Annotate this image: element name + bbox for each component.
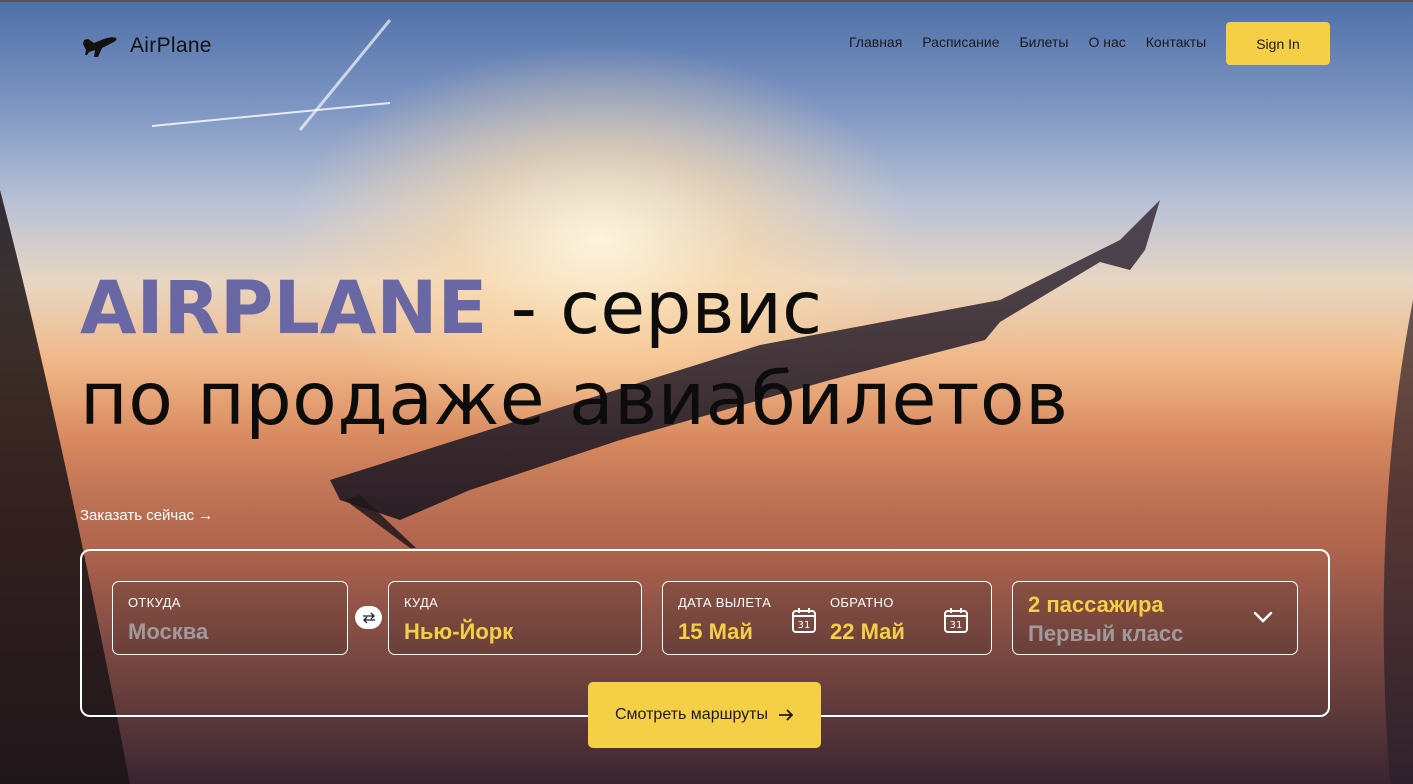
headline-accent: AIRPLANE <box>80 266 488 351</box>
nav-tickets[interactable]: Билеты <box>1019 34 1068 50</box>
chevron-down-icon[interactable] <box>1253 610 1273 624</box>
from-label: ОТКУДА <box>128 595 181 610</box>
nav-contacts[interactable]: Контакты <box>1146 34 1206 50</box>
return-value: 22 Май <box>830 619 905 644</box>
travel-class: Первый класс <box>1028 621 1184 646</box>
headline-line-1: AIRPLANE - сервис <box>80 266 1069 352</box>
return-label: ОБРАТНО <box>830 595 894 610</box>
hero-headline: AIRPLANE - сервис по продаже авиабилетов <box>80 266 1069 448</box>
sign-in-button[interactable]: Sign In <box>1226 22 1330 65</box>
return-calendar-day: 31 <box>950 620 963 631</box>
headline-line-2: по продаже авиабилетов <box>80 357 1069 442</box>
passengers-count: 2 пассажира <box>1028 592 1164 617</box>
brand-name: AirPlane <box>130 34 212 57</box>
headline-rest: - сервис <box>487 266 823 351</box>
nav-about[interactable]: О нас <box>1088 34 1125 50</box>
arrow-right-icon <box>778 709 794 721</box>
nav-schedule[interactable]: Расписание <box>922 34 999 50</box>
from-value: Москва <box>128 619 209 644</box>
view-routes-label: Смотреть маршруты <box>615 706 768 723</box>
departure-value: 15 Май <box>678 619 753 644</box>
main-nav: Главная Расписание Билеты О нас Контакты <box>849 34 1206 50</box>
swap-arrows-icon <box>362 612 375 623</box>
passengers-field[interactable]: 2 пассажира Первый класс <box>1012 581 1298 655</box>
departure-calendar-day: 31 <box>798 620 811 631</box>
departure-calendar-icon[interactable]: 31 <box>791 606 817 634</box>
order-now-link[interactable]: Заказать сейчас → <box>80 507 213 524</box>
from-field[interactable]: ОТКУДА Москва <box>112 581 348 655</box>
return-calendar-icon[interactable]: 31 <box>943 606 969 634</box>
to-field[interactable]: КУДА Нью-Йорк <box>388 581 642 655</box>
nav-home[interactable]: Главная <box>849 34 902 50</box>
top-border <box>0 0 1413 2</box>
dates-field[interactable]: ДАТА ВЫЛЕТА 15 Май 31 ОБРАТНО 22 Май 31 <box>662 581 992 655</box>
to-value: Нью-Йорк <box>404 619 514 644</box>
airplane-icon <box>83 37 117 57</box>
brand-logo[interactable]: AirPlane <box>82 33 212 59</box>
departure-label: ДАТА ВЫЛЕТА <box>678 595 772 610</box>
swap-button[interactable] <box>355 606 382 629</box>
to-label: КУДА <box>404 595 439 610</box>
view-routes-button[interactable]: Смотреть маршруты <box>588 682 821 748</box>
